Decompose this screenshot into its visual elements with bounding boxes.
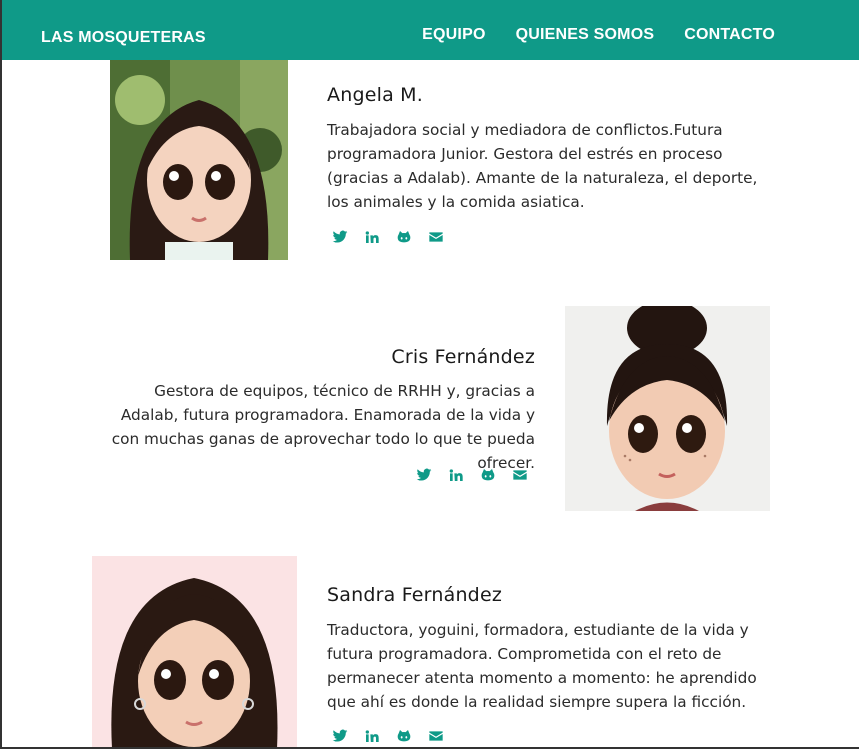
member-photo-angela xyxy=(110,60,288,260)
brand-logo[interactable]: LAS MOSQUETERAS xyxy=(41,0,206,60)
twitter-icon xyxy=(332,729,348,742)
twitter-icon xyxy=(416,468,432,481)
nav-equipo[interactable]: EQUIPO xyxy=(422,0,485,60)
nav-quienes-somos[interactable]: QUIENES SOMOS xyxy=(516,0,655,60)
twitter-link[interactable] xyxy=(330,726,350,746)
twitter-link[interactable] xyxy=(414,465,434,485)
nav-contacto[interactable]: CONTACTO xyxy=(684,0,775,60)
email-link[interactable] xyxy=(426,726,446,746)
social-links xyxy=(414,465,530,485)
site-header: LAS MOSQUETERAS EQUIPO QUIENES SOMOS CON… xyxy=(0,0,859,60)
linkedin-icon xyxy=(449,469,463,481)
envelope-icon xyxy=(429,731,443,741)
window-frame-left xyxy=(0,0,2,749)
linkedin-link[interactable] xyxy=(446,465,466,485)
github-link[interactable] xyxy=(394,726,414,746)
twitter-link[interactable] xyxy=(330,227,350,247)
linkedin-icon xyxy=(365,231,379,243)
email-link[interactable] xyxy=(510,465,530,485)
envelope-icon xyxy=(513,470,527,480)
github-icon xyxy=(397,730,411,742)
social-links xyxy=(330,227,446,247)
email-link[interactable] xyxy=(426,227,446,247)
member-description: Trabajadora social y mediadora de confli… xyxy=(327,121,758,211)
linkedin-link[interactable] xyxy=(362,726,382,746)
linkedin-icon xyxy=(365,730,379,742)
member-name: Angela M. xyxy=(327,84,423,106)
github-icon xyxy=(481,469,495,481)
member-name: Sandra Fernández xyxy=(327,584,503,606)
member-photo-cris xyxy=(565,306,770,511)
envelope-icon xyxy=(429,232,443,242)
linkedin-link[interactable] xyxy=(362,227,382,247)
github-link[interactable] xyxy=(478,465,498,485)
main-nav: EQUIPO QUIENES SOMOS CONTACTO xyxy=(422,0,775,60)
member-photo-sandra xyxy=(92,556,297,749)
social-links xyxy=(330,726,446,746)
member-description: Traductora, yoguini, formadora, estudian… xyxy=(327,621,757,711)
github-icon xyxy=(397,231,411,243)
twitter-icon xyxy=(332,230,348,243)
member-card-sandra: Sandra Fernández Traductora, yoguini, fo… xyxy=(0,540,859,749)
github-link[interactable] xyxy=(394,227,414,247)
member-name: Cris Fernández xyxy=(391,346,535,368)
member-card-cris: Cris Fernández Gestora de equipos, técni… xyxy=(0,290,859,540)
member-description: Gestora de equipos, técnico de RRHH y, g… xyxy=(111,382,535,472)
